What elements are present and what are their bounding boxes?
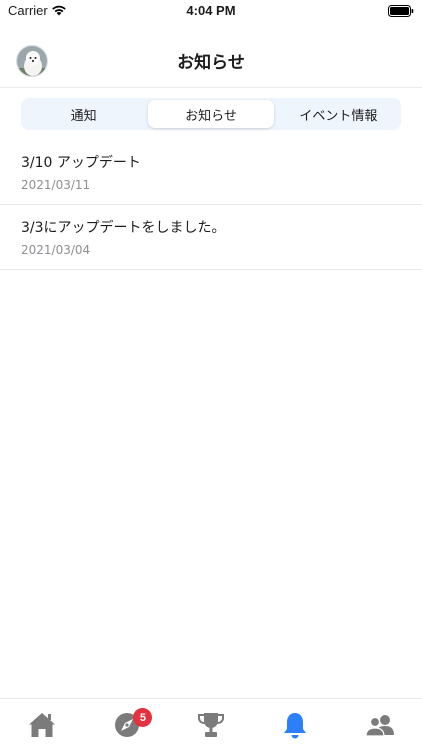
tab-ranking[interactable]	[169, 699, 253, 750]
tab-friends[interactable]	[338, 699, 422, 750]
bell-icon	[284, 713, 307, 739]
news-title: 3/3にアップデートをしました。	[21, 220, 226, 236]
home-icon	[29, 713, 56, 737]
news-date: 2021/03/11	[21, 178, 91, 192]
news-date: 2021/03/04	[21, 243, 91, 257]
nav-bar: お知らせ	[0, 24, 422, 88]
screen: Carrier 4:04 PM お知らせ 通知 お知らせ イベント情報 3/10…	[0, 0, 422, 750]
tab-bar: 5	[0, 698, 422, 750]
page-title: お知らせ	[177, 53, 245, 73]
tab-home[interactable]	[0, 699, 84, 750]
tab-notifications[interactable]	[253, 699, 337, 750]
news-list: 3/10 アップデート 2021/03/11 3/3にアップデートをしました。 …	[0, 140, 422, 270]
notification-badge: 5	[133, 708, 153, 727]
segment-event-info[interactable]: イベント情報	[276, 98, 401, 130]
status-bar: Carrier 4:04 PM	[0, 0, 422, 24]
news-title: 3/10 アップデート	[21, 155, 141, 171]
segmented-control: 通知 お知らせ イベント情報	[21, 98, 401, 130]
trophy-icon	[198, 713, 225, 737]
status-time: 4:04 PM	[186, 3, 236, 18]
people-icon	[365, 715, 394, 737]
segment-announcements[interactable]: お知らせ	[148, 100, 274, 128]
list-item[interactable]: 3/10 アップデート 2021/03/11	[0, 140, 422, 205]
segment-notifications[interactable]: 通知	[21, 98, 146, 130]
tab-explore[interactable]: 5	[84, 699, 168, 750]
battery-icon	[388, 5, 414, 17]
list-item[interactable]: 3/3にアップデートをしました。 2021/03/04	[0, 205, 422, 270]
